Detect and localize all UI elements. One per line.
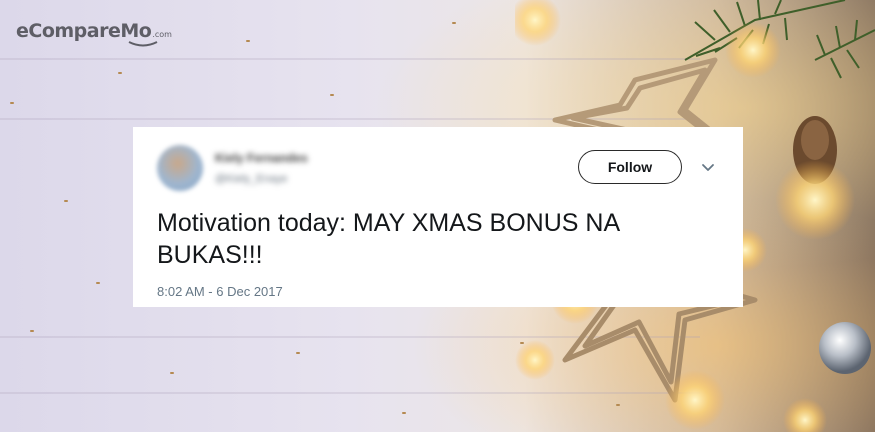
glitter-speck — [170, 372, 174, 374]
tweet-timestamp[interactable]: 8:02 AM - 6 Dec 2017 — [157, 284, 283, 299]
user-name[interactable]: Kiely Fernandes — [215, 151, 308, 165]
avatar[interactable] — [157, 145, 203, 191]
glitter-speck — [330, 94, 334, 96]
user-handle[interactable]: @Kiely_Enaye — [215, 173, 287, 185]
tweet-card: Kiely Fernandes @Kiely_Enaye Follow Moti… — [133, 127, 743, 307]
logo-swoosh-icon — [128, 41, 158, 47]
glitter-speck — [296, 352, 300, 354]
glitter-speck — [96, 282, 100, 284]
glitter-speck — [246, 40, 250, 42]
chevron-down-icon[interactable] — [700, 160, 716, 176]
glitter-speck — [10, 102, 14, 104]
logo-text: eCompareMo — [16, 20, 152, 42]
follow-button[interactable]: Follow — [578, 150, 682, 184]
logo-tld: .com — [152, 30, 172, 39]
glitter-speck — [118, 72, 122, 74]
glitter-speck — [452, 22, 456, 24]
glitter-speck — [64, 200, 68, 202]
glitter-speck — [30, 330, 34, 332]
ecomparemo-logo[interactable]: eCompareMo .com — [16, 20, 172, 47]
glitter-speck — [402, 412, 406, 414]
tweet-text: Motivation today: MAY XMAS BONUS NA BUKA… — [157, 209, 619, 269]
